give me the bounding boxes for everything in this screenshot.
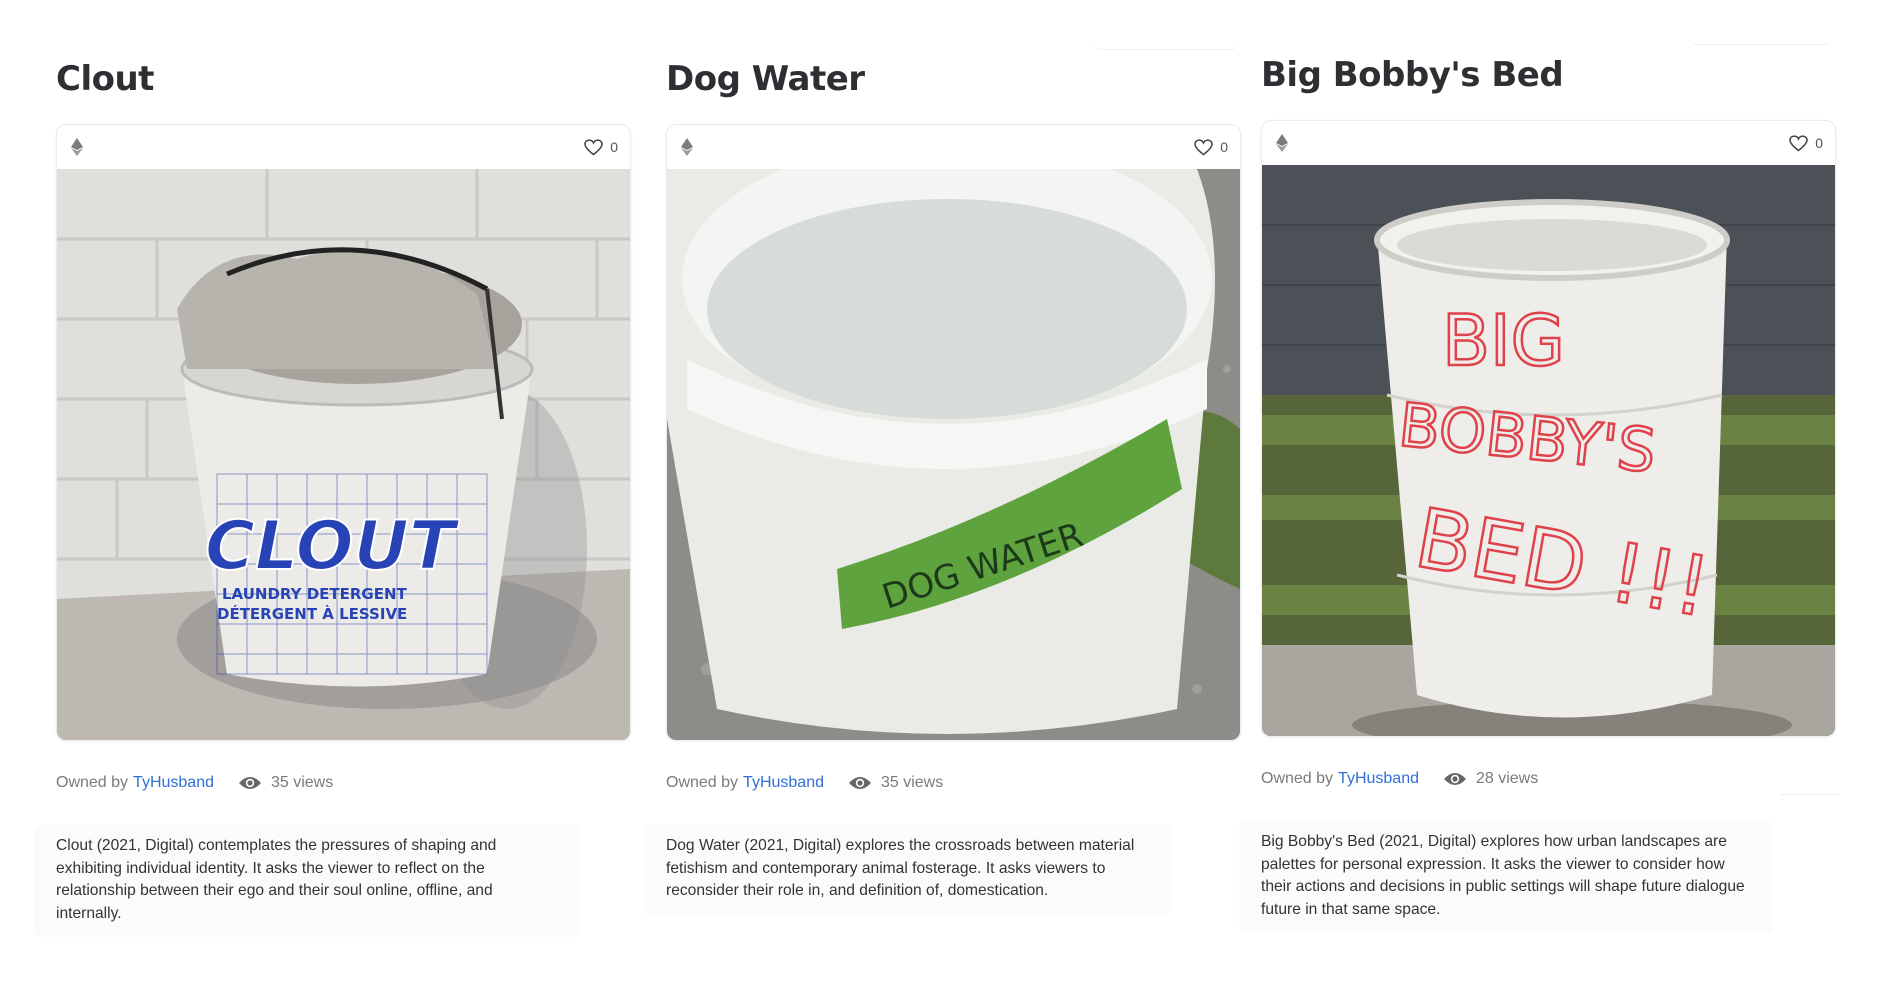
like-button[interactable]: 0	[1789, 134, 1823, 152]
card-header: 0	[57, 125, 630, 169]
artwork-title: Big Bobby's Bed	[1261, 55, 1564, 95]
like-button[interactable]: 0	[1194, 138, 1228, 156]
image-brand-text: CLOUT	[205, 507, 460, 586]
like-count: 0	[1220, 139, 1228, 155]
like-count: 0	[610, 139, 618, 155]
artwork-image[interactable]: BIG BOBBY'S BED !!!	[1262, 165, 1835, 736]
artwork-meta: Owned by TyHusband 28 views	[1261, 767, 1836, 791]
ethereum-icon	[1276, 134, 1288, 152]
artwork-description: Big Bobby's Bed (2021, Digital) explores…	[1239, 821, 1773, 933]
artwork-description: Clout (2021, Digital) contemplates the p…	[34, 825, 579, 937]
view-count: 28 views	[1443, 770, 1538, 788]
view-count: 35 views	[848, 774, 943, 792]
artwork-image[interactable]: DOG WATER	[667, 169, 1240, 740]
artwork-image[interactable]: CLOUT LAUNDRY DETERGENT DÉTERGENT À LESS…	[57, 169, 630, 740]
eye-icon	[238, 777, 261, 789]
artwork-meta: Owned by TyHusband 35 views	[56, 771, 631, 795]
artwork-card[interactable]: 0	[56, 124, 631, 741]
artwork-meta: Owned by TyHusband 35 views	[666, 771, 1241, 795]
heart-icon	[1194, 138, 1213, 155]
eye-icon	[848, 777, 871, 789]
image-graffiti-line: BIG	[1442, 300, 1565, 382]
card-header: 0	[667, 125, 1240, 169]
artwork-column-big-bobbys-bed: Big Bobby's Bed 0 BIG BOBBY'S BED !!! Ow…	[1239, 52, 1836, 933]
view-count: 35 views	[238, 774, 333, 792]
ethereum-icon	[71, 138, 83, 156]
artwork-column-dog-water: Dog Water 0 DOG WATER Owned by TyHusband…	[644, 56, 1241, 915]
owned-by-label: Owned by	[666, 774, 739, 791]
artwork-description: Dog Water (2021, Digital) explores the c…	[644, 825, 1171, 915]
owner-link[interactable]: TyHusband	[1338, 770, 1419, 788]
views-text: 35 views	[880, 774, 944, 791]
card-header: 0	[1262, 121, 1835, 165]
views-text: 35 views	[270, 774, 334, 791]
artwork-column-clout: Clout 0 CLOUT LAUNDRY DETERGENT DÉTERGEN…	[34, 56, 631, 937]
faded-tab-strip	[1690, 32, 1833, 45]
like-count: 0	[1815, 135, 1823, 151]
like-button[interactable]: 0	[584, 138, 618, 156]
artwork-title: Dog Water	[666, 59, 865, 99]
heart-icon	[584, 138, 603, 155]
artwork-card[interactable]: 0	[1261, 120, 1836, 737]
owned-by-label: Owned by	[1261, 770, 1334, 787]
faded-tab-strip	[1093, 35, 1238, 50]
artwork-card[interactable]: 0 DOG WATER	[666, 124, 1241, 741]
artwork-title: Clout	[56, 59, 154, 99]
owner-link[interactable]: TyHusband	[133, 774, 214, 792]
heart-icon	[1789, 134, 1808, 151]
owned-by-label: Owned by	[56, 774, 129, 791]
image-label-line: LAUNDRY DETERGENT	[222, 585, 408, 603]
eye-icon	[1443, 773, 1466, 785]
ethereum-icon	[681, 138, 693, 156]
image-label-line: DÉTERGENT À LESSIVE	[217, 604, 407, 623]
owner-link[interactable]: TyHusband	[743, 774, 824, 792]
views-text: 28 views	[1475, 770, 1539, 787]
